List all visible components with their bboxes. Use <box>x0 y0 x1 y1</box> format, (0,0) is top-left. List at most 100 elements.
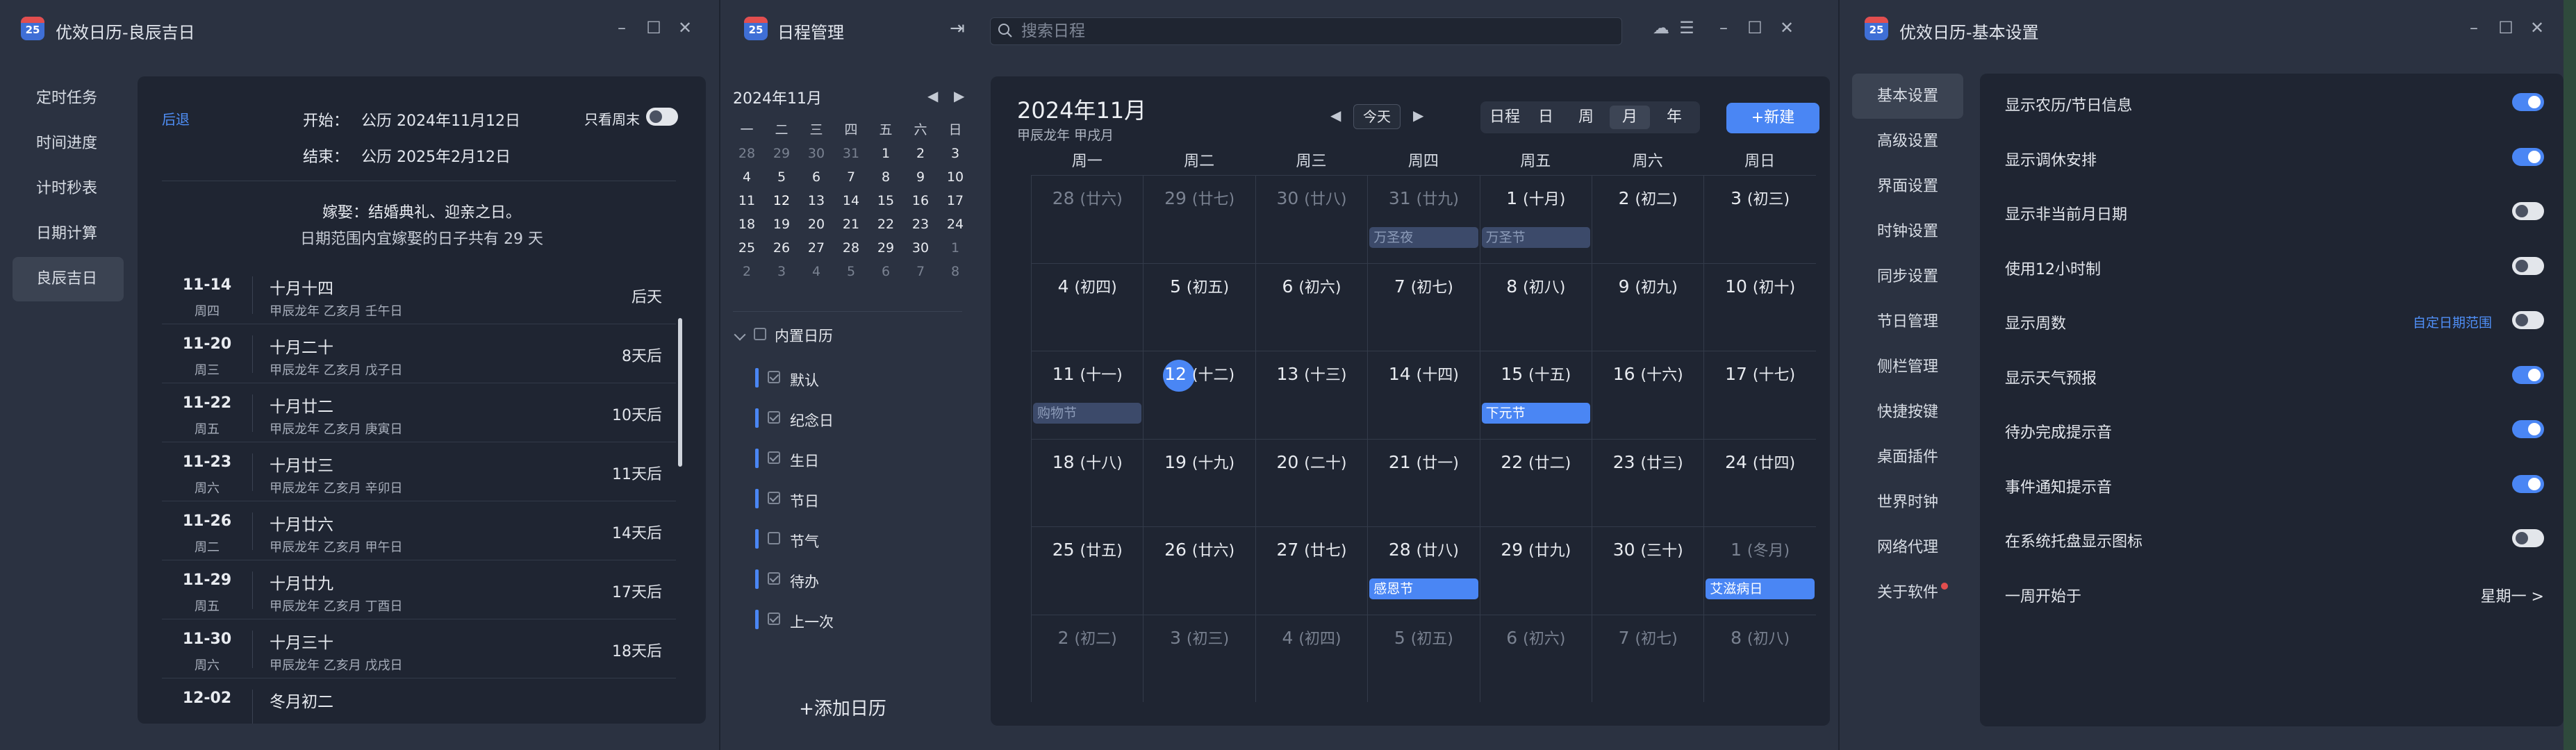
mini-day[interactable]: 3 <box>941 143 969 164</box>
setting-toggle[interactable] <box>2512 474 2544 493</box>
day-cell[interactable]: 5 (初五) <box>1143 262 1255 351</box>
settings-nav-item[interactable]: 快捷按键 <box>1852 390 1963 435</box>
day-cell[interactable]: 10 (初十) <box>1703 262 1816 351</box>
mini-day[interactable]: 26 <box>768 238 795 258</box>
view-tab[interactable]: 月 <box>1610 106 1650 129</box>
mini-day[interactable]: 11 <box>733 190 761 211</box>
setting-toggle[interactable] <box>2512 202 2544 220</box>
day-cell[interactable]: 12 (十二) <box>1143 351 1255 439</box>
mini-day[interactable]: 8 <box>941 261 969 282</box>
setting-row[interactable]: 一周开始于 星期一 > <box>2005 565 2544 619</box>
group-checkbox[interactable] <box>754 328 766 340</box>
mini-day[interactable]: 15 <box>872 190 900 211</box>
calendar-item[interactable]: 上一次 <box>755 606 950 633</box>
mini-day[interactable]: 19 <box>768 214 795 235</box>
calendar-item[interactable]: 节日 <box>755 485 950 512</box>
only-weekend-toggle[interactable] <box>646 108 678 126</box>
start-date[interactable]: 开始： 公历 2024年11月12日 <box>303 108 520 131</box>
mini-day[interactable]: 16 <box>907 190 934 211</box>
list-item[interactable]: 11-23 周六 十月廿三 甲辰龙年 乙亥月 辛卯日 11天后 <box>162 442 676 501</box>
sidebar-item[interactable]: 时间进度 <box>13 122 124 166</box>
settings-nav-item[interactable]: 侧栏管理 <box>1852 344 1963 390</box>
list-item[interactable]: 11-22 周五 十月廿二 甲辰龙年 乙亥月 庚寅日 10天后 <box>162 383 676 442</box>
day-cell[interactable]: 6 (初六) <box>1255 262 1368 351</box>
mini-day[interactable]: 24 <box>941 214 969 235</box>
list-item[interactable]: 12-02 冬月初二 <box>162 678 676 724</box>
cloud-sync-icon[interactable]: ☁ <box>1647 14 1675 42</box>
mini-day[interactable]: 9 <box>907 167 934 188</box>
maximize-icon[interactable]: ☐ <box>640 14 668 42</box>
day-cell[interactable]: 6 (初六) <box>1479 614 1592 702</box>
calendar-item[interactable]: 生日 <box>755 444 950 472</box>
menu-icon[interactable]: ☰ <box>1673 14 1701 42</box>
mini-day[interactable]: 6 <box>802 167 830 188</box>
setting-toggle[interactable] <box>2512 147 2544 166</box>
mini-day[interactable]: 7 <box>837 167 865 188</box>
calendar-checkbox[interactable] <box>768 492 780 504</box>
settings-nav-item[interactable]: 基本设置 <box>1852 74 1963 119</box>
event-chip[interactable]: 购物节 <box>1033 403 1142 424</box>
calendar-checkbox[interactable] <box>768 532 780 544</box>
mini-day[interactable]: 28 <box>837 238 865 258</box>
settings-nav-item[interactable]: 桌面插件 <box>1852 435 1963 480</box>
next-icon[interactable]: ▶ <box>1413 107 1423 124</box>
day-cell[interactable]: 29 (廿七) <box>1143 175 1255 263</box>
close-icon[interactable]: ✕ <box>1773 14 1801 42</box>
day-cell[interactable]: 21 (廿一) <box>1367 438 1480 526</box>
mini-day[interactable]: 27 <box>802 238 830 258</box>
mini-day[interactable]: 21 <box>837 214 865 235</box>
mini-day[interactable]: 1 <box>941 238 969 258</box>
mini-day[interactable]: 18 <box>733 214 761 235</box>
setting-toggle[interactable] <box>2512 311 2544 329</box>
mini-day[interactable]: 29 <box>872 238 900 258</box>
end-date[interactable]: 结束： 公历 2025年2月12日 <box>303 144 511 167</box>
custom-range-link[interactable]: 自定日期范围 <box>2413 312 2492 331</box>
mini-day[interactable]: 4 <box>802 261 830 282</box>
day-cell[interactable]: 24 (廿四) <box>1703 438 1816 526</box>
day-cell[interactable]: 29 (廿九) <box>1479 526 1592 615</box>
settings-nav-item[interactable]: 高级设置 <box>1852 119 1963 164</box>
next-month-icon[interactable]: ▶ <box>954 88 964 104</box>
mini-day[interactable]: 14 <box>837 190 865 211</box>
day-cell[interactable]: 15 (十五) 下元节 <box>1479 351 1592 439</box>
maximize-icon[interactable]: ☐ <box>1741 14 1769 42</box>
setting-toggle[interactable] <box>2512 420 2544 438</box>
day-cell[interactable]: 4 (初四) <box>1255 614 1368 702</box>
view-tab[interactable]: 年 <box>1654 106 1694 129</box>
settings-nav-item[interactable]: 时钟设置 <box>1852 209 1963 254</box>
mini-day[interactable]: 3 <box>768 261 795 282</box>
day-cell[interactable]: 3 (初三) <box>1703 175 1816 263</box>
day-cell[interactable]: 14 (十四) <box>1367 351 1480 439</box>
sidebar-toggle-icon[interactable]: ⇥ <box>950 18 965 39</box>
mini-day[interactable]: 20 <box>802 214 830 235</box>
day-cell[interactable]: 31 (廿九) 万圣夜 <box>1367 175 1480 263</box>
settings-nav-item[interactable]: 界面设置 <box>1852 164 1963 209</box>
calendar-checkbox[interactable] <box>768 572 780 585</box>
day-cell[interactable]: 8 (初八) <box>1703 614 1816 702</box>
settings-nav-item[interactable]: 关于软件 <box>1852 570 1963 615</box>
chevron-down-icon[interactable] <box>734 328 746 341</box>
calendar-checkbox[interactable] <box>768 411 780 424</box>
view-tab[interactable]: 日 <box>1529 106 1562 129</box>
minimize-icon[interactable]: – <box>2460 14 2488 42</box>
mini-day[interactable]: 4 <box>733 167 761 188</box>
day-cell[interactable]: 17 (十七) <box>1703 351 1816 439</box>
minimize-icon[interactable]: – <box>608 14 636 42</box>
day-cell[interactable]: 13 (十三) <box>1255 351 1368 439</box>
event-chip[interactable]: 艾滋病日 <box>1706 578 1815 599</box>
day-cell[interactable]: 25 (廿五) <box>1031 526 1143 615</box>
day-cell[interactable]: 28 (廿八) 感恩节 <box>1367 526 1480 615</box>
mini-day[interactable]: 12 <box>768 189 795 211</box>
day-cell[interactable]: 11 (十一) 购物节 <box>1031 351 1143 439</box>
mini-day[interactable]: 5 <box>768 167 795 188</box>
setting-toggle[interactable] <box>2512 256 2544 275</box>
settings-nav-item[interactable]: 节日管理 <box>1852 299 1963 344</box>
calendar-item[interactable]: 纪念日 <box>755 404 950 432</box>
title-bar[interactable]: 25 日程管理 ⇥ ☁ ☰ – ☐ ✕ <box>720 0 1838 61</box>
calendar-checkbox[interactable] <box>768 612 780 625</box>
event-chip[interactable]: 万圣节 <box>1481 227 1590 248</box>
new-event-button[interactable]: +新建 <box>1726 103 1819 133</box>
sidebar-item[interactable]: 日期计算 <box>13 212 124 256</box>
title-bar[interactable]: 25 优效日历-良辰吉日 – ☐ ✕ <box>0 0 719 58</box>
back-link[interactable]: 后退 <box>162 108 190 128</box>
